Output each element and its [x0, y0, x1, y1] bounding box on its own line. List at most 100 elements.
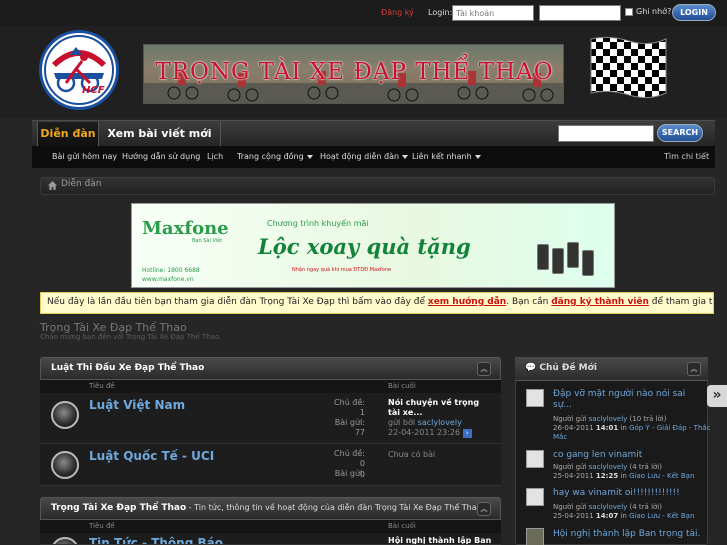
chat-icon: 💬 — [525, 363, 540, 373]
register-member-link[interactable]: đăng ký thành viên — [551, 297, 649, 307]
phone-image — [582, 250, 594, 276]
subnav-activity-label: Hoạt động diễn đàn — [320, 152, 400, 161]
search-input[interactable] — [558, 125, 654, 142]
checkered-flag-icon — [590, 36, 667, 99]
subnav-activity[interactable]: Hoạt động diễn đàn — [320, 152, 409, 161]
sidebar-item-in: in — [620, 472, 627, 480]
forum-status-icon — [51, 401, 79, 429]
logo-text: HCF — [82, 85, 105, 96]
sidebar-item-title[interactable]: Đập vỡ mặt người nào nói sai sự... — [553, 389, 703, 411]
sidebar-item-time: 12:25 — [595, 472, 619, 480]
topics-label: Chủ đề: — [334, 449, 365, 458]
sidebar-item-in: in — [620, 424, 627, 432]
sidebar-item-in: in — [620, 512, 627, 520]
forum-row: Luật Quốc Tế - UCI Chủ đề: 0 Bài gửi: 0 … — [40, 444, 501, 486]
welcome-notice: Nếu đây là lần đầu tiên bạn tham gia diễ… — [40, 292, 714, 314]
sidebar-item-user[interactable]: saclylovely — [589, 415, 628, 423]
forum-status-icon — [51, 451, 79, 479]
sidebar-item-user[interactable]: saclylovely — [589, 503, 628, 511]
collapse-icon[interactable]: ︽ — [477, 362, 491, 376]
category-title: Luật Thi Đấu Xe Đạp Thể Thao — [51, 363, 205, 373]
tab-forum[interactable]: Diễn đàn — [37, 122, 99, 146]
sidebar-item-title[interactable]: co gang len vinamit — [553, 450, 703, 461]
ad-brand-sub: Bạn Sài Việt — [192, 238, 223, 244]
column-title: Tiêu đề — [89, 382, 115, 390]
forum-link[interactable]: Tin Tức - Thông Báo — [89, 536, 223, 544]
ad-contact: Hotline: 1800 6688 www.maxfone.vn — [142, 266, 200, 284]
subnav-quick-links[interactable]: Liên kết nhanh — [412, 152, 481, 161]
subnav-quick-links-label: Liên kết nhanh — [412, 152, 472, 161]
collapse-icon[interactable]: ︽ — [687, 362, 701, 376]
category-title: Trọng Tài Xe Đạp Thể Thao — [51, 503, 187, 513]
sidebar-item-forum[interactable]: Giao Lưu - Kết Bạn — [629, 512, 694, 520]
sidebar-item-replies: (4 trả lời) — [629, 503, 662, 511]
topics-count: 0 — [359, 459, 365, 468]
phone-image — [552, 248, 564, 274]
side-panel-toggle-icon[interactable]: » — [707, 385, 727, 407]
last-post-user[interactable]: saclylovely — [418, 418, 462, 427]
topics-count: 1 — [359, 408, 365, 417]
banner-title: TRỌNG TÀI XE ĐẠP THỂ THAO — [155, 59, 554, 85]
notice-text: Nếu đây là lần đầu tiên bạn tham gia diễ… — [47, 297, 428, 307]
category-header[interactable]: Luật Thi Đấu Xe Đạp Thể Thao — [40, 357, 501, 380]
avatar[interactable] — [526, 528, 544, 545]
tab-new-posts[interactable]: Xem bài viết mới nhất — [99, 122, 221, 164]
ad-promo-title: Chương trình khuyến mãi — [267, 219, 369, 228]
forum-link[interactable]: Luật Quốc Tế - UCI — [89, 449, 214, 463]
forum-description: Chào mừng bạn đến với Trọng Tài Xe Đạp T… — [40, 333, 222, 341]
last-post-title[interactable]: Hội nghị thành lập Ban — [388, 536, 491, 544]
search-button[interactable]: SEARCH — [657, 124, 703, 142]
sidebar-title-text: Chủ Đề Mới — [539, 363, 597, 373]
avatar[interactable] — [526, 488, 544, 506]
sidebar-item-user[interactable]: saclylovely — [589, 463, 628, 471]
column-header: Tiêu đề Bài cuối — [40, 380, 501, 393]
sidebar-item-date: 25-04-2011 — [553, 472, 594, 480]
remember-checkbox[interactable] — [625, 8, 633, 16]
breadcrumb — [40, 177, 715, 195]
ad-promo-note: Nhận ngay quà khi mua ĐTDĐ Maxfone — [292, 267, 392, 273]
subnav-help[interactable]: Hướng dẫn sử dụng — [122, 152, 200, 161]
advertisement-banner[interactable]: Maxfone Bạn Sài Việt Hotline: 1800 6688 w… — [131, 203, 615, 288]
subnav-community-label: Trang cộng đồng — [237, 152, 304, 161]
avatar[interactable] — [526, 450, 544, 468]
subnav-today-posts[interactable]: Bài gửi hôm nay — [52, 152, 117, 161]
chevron-down-icon — [402, 154, 409, 159]
sidebar-item-replies: (10 trả lời) — [629, 415, 667, 423]
subnav-community[interactable]: Trang cộng đồng — [237, 152, 313, 161]
last-post-none: Chưa có bài — [388, 450, 436, 459]
phone-image — [567, 242, 579, 268]
sidebar-item-title[interactable]: Hội nghị thành lập Ban trọng tài... — [553, 529, 701, 540]
column-last-post: Bài cuối — [388, 522, 416, 530]
password-input[interactable] — [539, 5, 621, 21]
avatar[interactable] — [526, 389, 544, 407]
column-last-post: Bài cuối — [388, 382, 416, 390]
forum-stats: Chủ đề: 1 Bài gửi: 77 — [310, 398, 365, 438]
site-logo[interactable]: HCF — [39, 30, 119, 110]
posts-label: Bài gửi: — [334, 418, 365, 427]
last-post-title[interactable]: Nói chuyện về trọng tài xe... — [388, 398, 479, 417]
notice-text: . Bạn cần — [506, 297, 552, 307]
subnav-calendar[interactable]: Lịch — [207, 152, 223, 161]
advanced-search-link[interactable]: Tìm chi tiết — [664, 152, 709, 161]
breadcrumb-forum[interactable]: Diễn đàn — [61, 179, 101, 189]
sidebar-item-time: 14:01 — [595, 424, 619, 432]
sidebar-item-date: 26-04-2011 — [553, 424, 594, 432]
forum-link[interactable]: Luật Việt Nam — [89, 398, 185, 412]
username-input[interactable] — [452, 5, 534, 21]
sidebar-item-by: Người gửi — [553, 463, 587, 471]
collapse-icon[interactable]: ︽ — [477, 502, 491, 516]
login-button[interactable]: LOGIN — [672, 4, 716, 21]
notice-text: để tham gia thảo luận. — [651, 297, 713, 307]
go-to-post-icon[interactable]: › — [462, 429, 472, 438]
login-label: Login: — [428, 8, 453, 17]
phone-image — [537, 244, 549, 270]
home-icon[interactable] — [48, 181, 57, 190]
sidebar-item-forum[interactable]: Giao Lưu - Kết Bạn — [629, 472, 694, 480]
register-link[interactable]: Đăng ký — [381, 8, 414, 17]
help-link[interactable]: xem hướng dẫn — [428, 297, 506, 307]
category-header[interactable]: Trọng Tài Xe Đạp Thể Thao - Tin tức, thô… — [40, 497, 501, 520]
sidebar-item-title[interactable]: hay wa vinamit oi!!!!!!!!!!!!! — [553, 488, 703, 499]
ad-site: www.maxfone.vn — [142, 276, 194, 283]
last-post-by: gửi bởi — [388, 418, 416, 427]
header-banner: TRỌNG TÀI XE ĐẠP THỂ THAO — [143, 44, 564, 104]
